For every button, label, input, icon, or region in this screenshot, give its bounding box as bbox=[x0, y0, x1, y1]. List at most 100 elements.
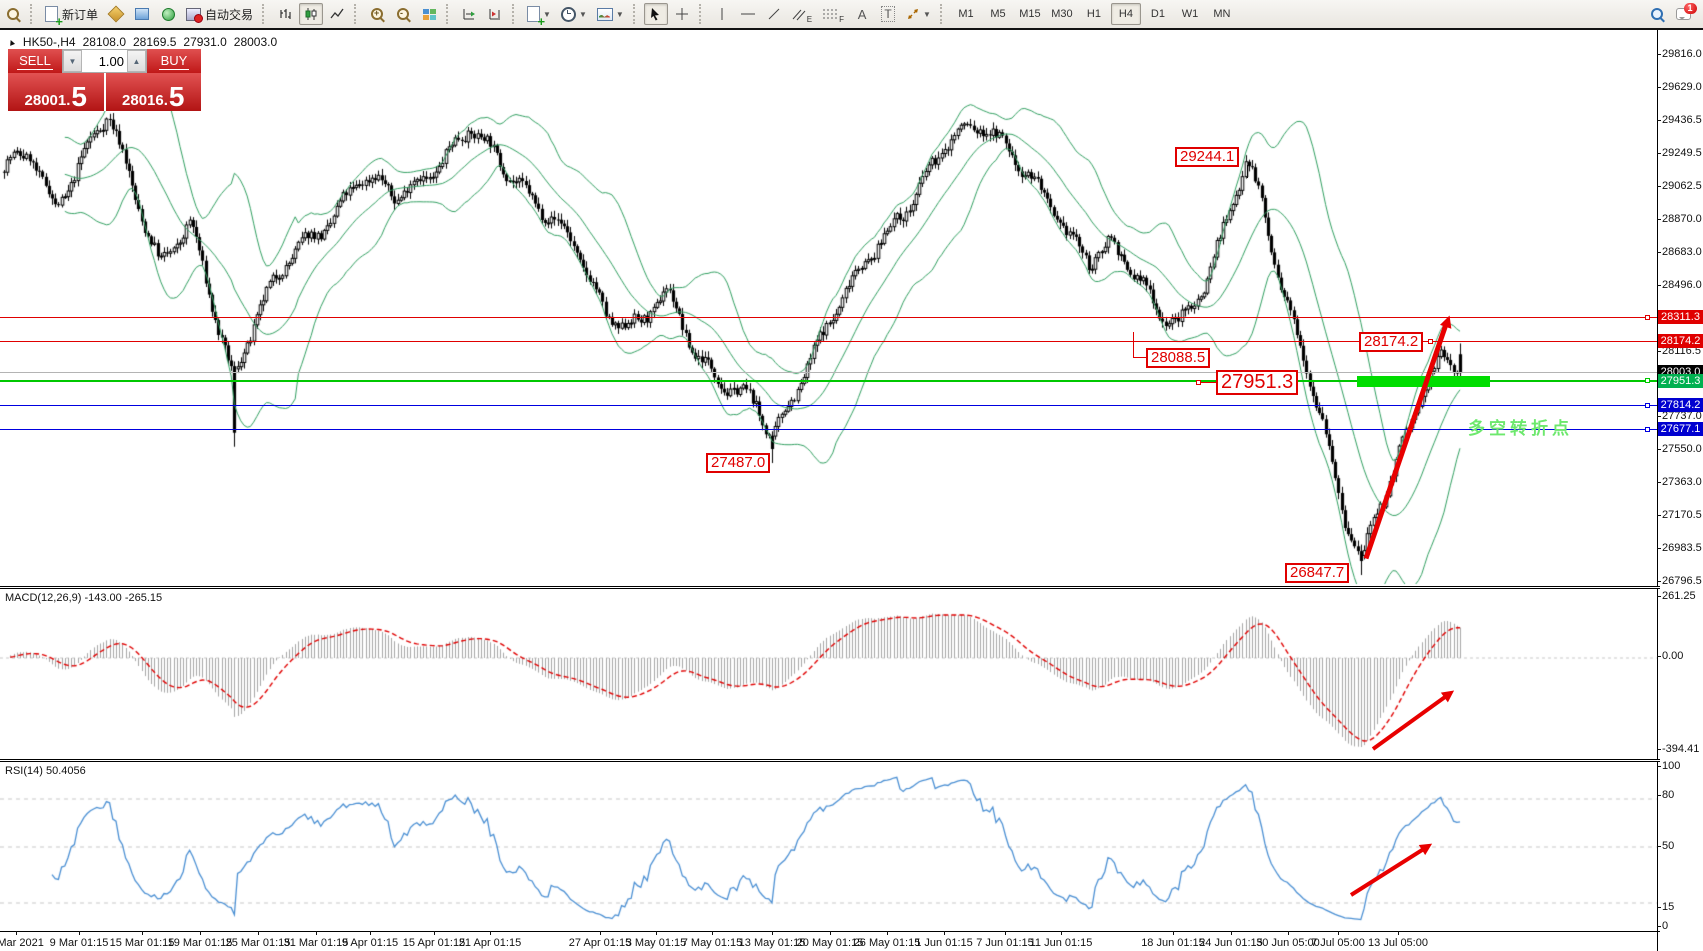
tab-d1[interactable]: D1 bbox=[1143, 3, 1173, 25]
tab-h1[interactable]: H1 bbox=[1079, 3, 1109, 25]
time-axis-tick bbox=[772, 931, 773, 935]
annotation-connector bbox=[1133, 332, 1134, 358]
time-axis-tick bbox=[370, 931, 371, 935]
line-handle[interactable] bbox=[1645, 378, 1650, 383]
time-axis-tick bbox=[712, 931, 713, 935]
new-order-icon bbox=[45, 6, 58, 22]
chart-shift-icon bbox=[488, 7, 502, 21]
time-axis-label: 13 May 01:15 bbox=[739, 937, 806, 949]
autotrading-button[interactable]: 自动交易 bbox=[182, 3, 257, 25]
rsi-axis-tick: 15 bbox=[1662, 901, 1674, 913]
vertical-line-tool[interactable] bbox=[710, 3, 734, 25]
horizontal-line-object[interactable] bbox=[0, 405, 1657, 406]
zoom-in-button[interactable]: + bbox=[365, 3, 389, 25]
toolbar-grip bbox=[699, 4, 706, 24]
tab-mn[interactable]: MN bbox=[1207, 3, 1237, 25]
time-axis-tick bbox=[944, 931, 945, 935]
rsi-axis-tick: 80 bbox=[1662, 789, 1674, 801]
line-handle[interactable] bbox=[1645, 315, 1650, 320]
search-button[interactable] bbox=[1645, 3, 1669, 25]
metaeditor-icon bbox=[108, 6, 125, 23]
toolbar-grip bbox=[354, 4, 361, 24]
text-label-tool[interactable]: T bbox=[876, 3, 900, 25]
price-axis-tick: 27550.0 bbox=[1662, 443, 1702, 455]
line-handle[interactable] bbox=[1645, 403, 1650, 408]
time-axis-label: 3 Mar 2021 bbox=[0, 937, 44, 949]
signals-button[interactable] bbox=[156, 3, 180, 25]
sell-price-panel[interactable]: 28001.5 bbox=[8, 73, 106, 111]
tab-m30[interactable]: M30 bbox=[1047, 3, 1077, 25]
tab-m5[interactable]: M5 bbox=[983, 3, 1013, 25]
annotation-connector bbox=[1247, 165, 1248, 178]
tile-windows-icon bbox=[423, 9, 436, 20]
time-axis-label: 9 Mar 01:15 bbox=[50, 937, 109, 949]
horizontal-line-object[interactable] bbox=[0, 317, 1657, 318]
trendline-tool[interactable] bbox=[762, 3, 786, 25]
chart-title: ▲ HK50-,H4 28108.0 28169.5 27931.0 28003… bbox=[7, 35, 277, 49]
tab-h4[interactable]: H4 bbox=[1111, 3, 1141, 25]
text-tool[interactable]: A bbox=[850, 3, 874, 25]
one-click-trading-panel: SELL ▼ ▲ BUY 28001.5 28016.5 bbox=[8, 49, 201, 111]
chart-window[interactable]: ▲ HK50-,H4 28108.0 28169.5 27931.0 28003… bbox=[0, 28, 1703, 951]
horizontal-line-icon bbox=[740, 7, 756, 21]
cn-annotation-text[interactable]: 多空转折点 bbox=[1468, 414, 1573, 439]
price-annotation-level-28174[interactable]: 28174.2 bbox=[1359, 332, 1423, 352]
time-axis-label: 18 Jun 01:15 bbox=[1141, 937, 1205, 949]
crosshair-tool-button[interactable] bbox=[670, 3, 694, 25]
price-annotation-low-27487[interactable]: 27487.0 bbox=[706, 453, 770, 473]
new-order-button[interactable]: 新订单 bbox=[41, 3, 102, 25]
indicators-button[interactable]: ▼ bbox=[523, 3, 555, 25]
text-tool-icon: A bbox=[858, 7, 867, 22]
market-watch-icon[interactable] bbox=[1, 3, 25, 25]
sell-button[interactable]: SELL bbox=[8, 49, 62, 73]
rsi-panel-divider[interactable] bbox=[0, 759, 1660, 762]
cursor-tool-button[interactable] bbox=[644, 3, 668, 25]
tab-m1[interactable]: M1 bbox=[951, 3, 981, 25]
candlestick-chart-button[interactable] bbox=[299, 3, 323, 25]
time-axis-tick bbox=[142, 931, 143, 935]
metaeditor-button[interactable] bbox=[104, 3, 128, 25]
price-annotation-high-label[interactable]: 29244.1 bbox=[1175, 147, 1239, 167]
time-axis-tick bbox=[1061, 931, 1062, 935]
volume-decrease-button[interactable]: ▼ bbox=[63, 50, 82, 72]
notifications-button[interactable]: 1 bbox=[1671, 3, 1695, 25]
macd-panel-divider[interactable] bbox=[0, 586, 1660, 589]
price-annotation-level-28088[interactable]: 28088.5 bbox=[1146, 348, 1210, 368]
price-badge: 27951.3 bbox=[1658, 374, 1703, 388]
time-axis-label: 25 Mar 01:15 bbox=[226, 937, 291, 949]
price-axis-tick: 28496.0 bbox=[1662, 279, 1702, 291]
equidistant-channel-tool[interactable]: E bbox=[788, 3, 816, 25]
tab-w1[interactable]: W1 bbox=[1175, 3, 1205, 25]
buy-price-panel[interactable]: 28016.5 bbox=[106, 73, 202, 111]
price-axis-tick: 26983.5 bbox=[1662, 542, 1702, 554]
time-axis-label: 1 Jun 01:15 bbox=[915, 937, 973, 949]
volume-increase-button[interactable]: ▲ bbox=[127, 50, 146, 72]
periods-button[interactable]: ▼ bbox=[557, 3, 591, 25]
zoom-out-button[interactable]: - bbox=[391, 3, 415, 25]
time-axis-tick bbox=[1173, 931, 1174, 935]
horizontal-line-tool[interactable] bbox=[736, 3, 760, 25]
fibonacci-tool[interactable]: F bbox=[818, 3, 848, 25]
line-handle[interactable] bbox=[1645, 427, 1650, 432]
tab-m15[interactable]: M15 bbox=[1015, 3, 1045, 25]
horizontal-line-object[interactable] bbox=[0, 372, 1657, 373]
mt4-terminal: 新订单 自动交易 + - ▼ bbox=[0, 0, 1703, 951]
chart-shift-button[interactable] bbox=[483, 3, 507, 25]
auto-scroll-button[interactable] bbox=[457, 3, 481, 25]
time-axis-tick bbox=[434, 931, 435, 935]
arrows-tool[interactable]: ▼ bbox=[902, 3, 935, 25]
bar-chart-button[interactable] bbox=[273, 3, 297, 25]
tile-windows-button[interactable] bbox=[417, 3, 441, 25]
price-chart-canvas[interactable] bbox=[0, 30, 1703, 951]
time-axis-tick bbox=[1398, 931, 1399, 935]
search-icon bbox=[1651, 8, 1663, 20]
buy-button[interactable]: BUY bbox=[147, 49, 201, 73]
toolbox-button[interactable] bbox=[130, 3, 154, 25]
price-annotation-low-26847[interactable]: 26847.7 bbox=[1285, 563, 1349, 583]
templates-button[interactable]: ▼ bbox=[593, 3, 628, 25]
line-chart-button[interactable] bbox=[325, 3, 349, 25]
price-annotation-level-27951[interactable]: 27951.3 bbox=[1216, 370, 1298, 395]
volume-input[interactable] bbox=[82, 50, 127, 72]
cursor-icon bbox=[649, 7, 662, 21]
price-axis-tick: 29249.5 bbox=[1662, 147, 1702, 159]
